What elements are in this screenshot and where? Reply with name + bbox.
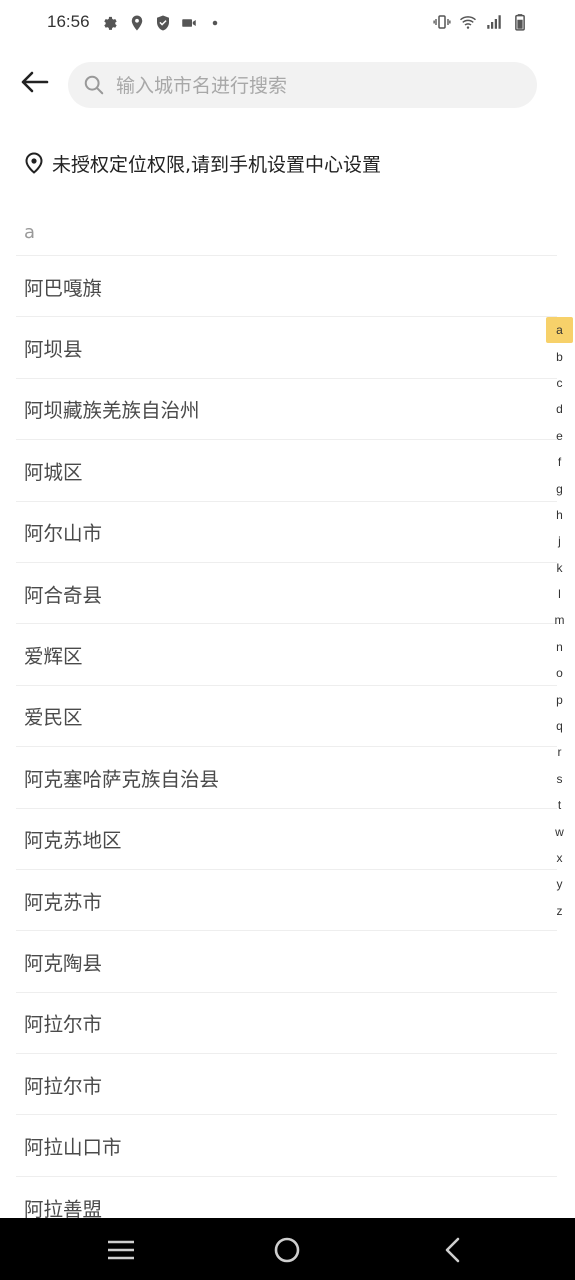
location-notice-text: 未授权定位权限,请到手机设置中心设置: [52, 153, 382, 176]
search-icon: [84, 75, 104, 95]
section-header: a: [24, 222, 36, 243]
status-bar: 16:56: [0, 0, 575, 48]
gear-icon: [104, 16, 117, 30]
back-button[interactable]: [16, 64, 52, 100]
dot-icon: [212, 20, 218, 26]
city-item[interactable]: 阿尔山市: [16, 502, 557, 563]
battery-icon: [515, 14, 525, 31]
city-item[interactable]: 阿克陶县: [16, 931, 557, 993]
city-item[interactable]: 阿合奇县: [16, 563, 557, 625]
alphabet-index-item[interactable]: e: [546, 423, 573, 449]
alphabet-index-item[interactable]: s: [546, 766, 573, 792]
shield-icon: [157, 15, 169, 31]
alphabet-index-item[interactable]: w: [546, 818, 573, 844]
alphabet-index-item[interactable]: t: [546, 792, 573, 818]
city-item[interactable]: 阿拉尔市: [16, 993, 557, 1055]
city-item[interactable]: 阿拉山口市: [16, 1115, 557, 1177]
vibrate-icon: [433, 15, 451, 29]
alphabet-index-item[interactable]: f: [546, 449, 573, 475]
alphabet-index-item[interactable]: l: [546, 581, 573, 607]
alphabet-index-item[interactable]: h: [546, 502, 573, 528]
alphabet-index-item[interactable]: k: [546, 555, 573, 581]
alphabet-index-item[interactable]: p: [546, 686, 573, 712]
location-pin-icon: [131, 15, 143, 31]
alphabet-index-item[interactable]: y: [546, 871, 573, 897]
city-item[interactable]: 阿坝县: [16, 317, 557, 379]
city-item[interactable]: 爱辉区: [16, 624, 557, 686]
city-item[interactable]: 阿坝藏族羌族自治州: [16, 379, 557, 441]
city-item[interactable]: 阿克塞哈萨克族自治县: [16, 747, 557, 809]
navigation-bar: [0, 1218, 575, 1280]
city-list: 阿巴嘎旗 阿坝县 阿坝藏族羌族自治州 阿城区 阿尔山市 阿合奇县 爱辉区 爱民区…: [16, 256, 557, 1239]
alphabet-index-item[interactable]: x: [546, 845, 573, 871]
city-item[interactable]: 阿巴嘎旗: [16, 256, 557, 318]
signal-icon: [487, 15, 501, 29]
city-item[interactable]: 阿克苏地区: [16, 809, 557, 870]
location-pin-icon: [25, 152, 43, 174]
search-input[interactable]: [114, 62, 518, 110]
alphabet-index-item[interactable]: q: [546, 713, 573, 739]
city-item[interactable]: 阿克苏市: [16, 870, 557, 932]
alphabet-index-item[interactable]: b: [546, 343, 573, 369]
alphabet-index-item[interactable]: a: [546, 317, 573, 344]
status-left-icons: [102, 14, 224, 32]
city-item[interactable]: 爱民区: [16, 686, 557, 748]
search-box[interactable]: [68, 62, 537, 110]
city-item[interactable]: 阿拉尔市: [16, 1054, 557, 1116]
alphabet-index-item[interactable]: m: [546, 607, 573, 633]
wifi-icon: [460, 16, 476, 29]
arrow-left-icon: [21, 71, 49, 93]
status-time: 16:56: [47, 12, 90, 31]
city-item[interactable]: 阿城区: [16, 440, 557, 502]
alphabet-index-item[interactable]: r: [546, 739, 573, 765]
alphabet-index-item[interactable]: g: [546, 475, 573, 501]
alphabet-index-item[interactable]: c: [546, 370, 573, 396]
alphabet-index-item[interactable]: d: [546, 396, 573, 422]
back-nav-icon[interactable]: [438, 1235, 468, 1265]
location-notice[interactable]: 未授权定位权限,请到手机设置中心设置: [24, 146, 381, 180]
alphabet-index-item[interactable]: n: [546, 634, 573, 660]
video-icon: [182, 19, 196, 27]
home-icon[interactable]: [272, 1235, 302, 1265]
alphabet-index-item[interactable]: z: [546, 898, 573, 924]
alphabet-index[interactable]: abcdefghjklmnopqrstwxyz: [546, 317, 573, 924]
alphabet-index-item[interactable]: o: [546, 660, 573, 686]
status-right-icons: [433, 13, 529, 31]
menu-icon[interactable]: [106, 1235, 136, 1265]
alphabet-index-item[interactable]: j: [546, 528, 573, 554]
